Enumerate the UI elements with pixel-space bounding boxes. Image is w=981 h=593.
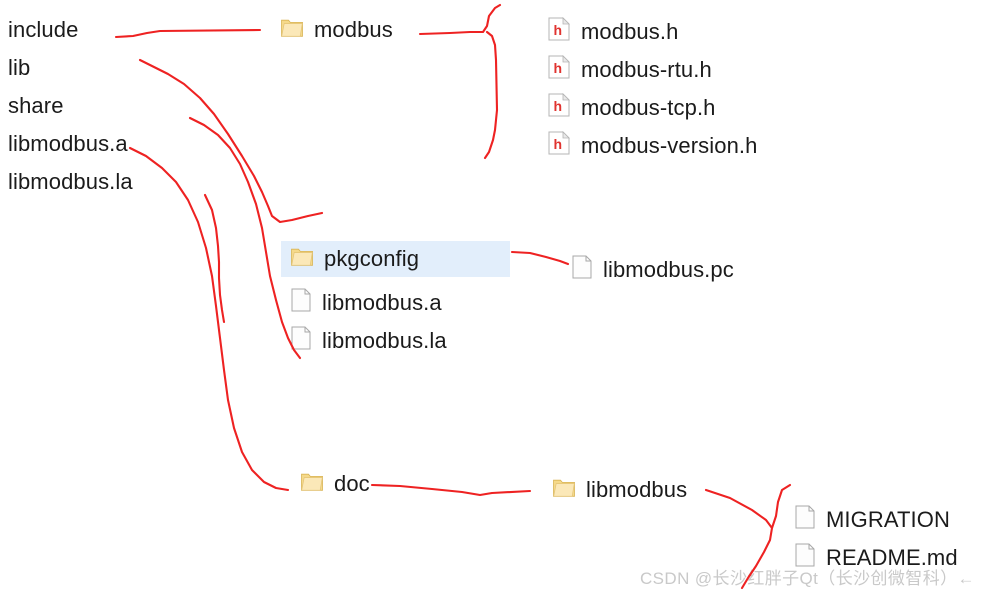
connector-include-to-modbus xyxy=(114,28,262,39)
list-item-folder-modbus[interactable]: modbus xyxy=(281,17,393,43)
connector-share-to-lib-files xyxy=(188,116,302,360)
entry-label: include xyxy=(8,17,79,42)
list-item[interactable]: share xyxy=(8,93,64,119)
file-icon xyxy=(572,255,592,284)
list-item-folder-doc[interactable]: doc xyxy=(301,471,370,497)
entry-label: share xyxy=(8,93,64,118)
brace-modbus-headers xyxy=(418,3,502,160)
entry-label: modbus xyxy=(314,17,393,42)
list-item-file-libmodbus-pc[interactable]: libmodbus.pc xyxy=(572,255,734,284)
entry-label: libmodbus xyxy=(586,477,688,502)
list-item-file-migration[interactable]: MIGRATION xyxy=(795,505,950,534)
list-item[interactable]: lib xyxy=(8,55,30,81)
connector-share-to-doc xyxy=(128,146,290,492)
entry-label: modbus-version.h xyxy=(581,132,758,158)
entry-label: modbus-rtu.h xyxy=(581,56,712,82)
svg-text:h: h xyxy=(554,136,563,152)
list-item-header-file[interactable]: h modbus-rtu.h xyxy=(548,55,712,84)
list-item-folder-libmodbus[interactable]: libmodbus xyxy=(553,477,687,503)
entry-label: libmodbus.a xyxy=(8,131,128,156)
list-item[interactable]: libmodbus.a xyxy=(8,131,128,157)
entry-label: modbus-tcp.h xyxy=(581,94,716,120)
file-icon xyxy=(795,505,815,534)
entry-label: MIGRATION xyxy=(826,506,950,532)
entry-label: libmodbus.la xyxy=(8,169,133,194)
entry-label: libmodbus.a xyxy=(322,289,442,315)
connector-share-secondary xyxy=(203,193,226,324)
file-icon xyxy=(291,326,311,355)
h-file-icon: h xyxy=(548,131,570,160)
h-file-icon: h xyxy=(548,93,570,122)
folder-icon xyxy=(553,478,575,502)
connector-doc-to-libmodbus xyxy=(370,483,532,497)
diagram-canvas: include lib share libmodbus.a libmodbus.… xyxy=(0,0,981,593)
svg-text:h: h xyxy=(554,22,563,38)
list-item-folder-pkgconfig[interactable]: pkgconfig xyxy=(281,241,510,277)
entry-label: doc xyxy=(334,471,370,496)
entry-label: libmodbus.pc xyxy=(603,256,734,282)
entry-label: pkgconfig xyxy=(324,246,420,271)
h-file-icon: h xyxy=(548,55,570,84)
entry-label: libmodbus.la xyxy=(322,327,447,353)
file-icon xyxy=(291,288,311,317)
connector-lib-to-pkgconfig xyxy=(138,58,324,224)
folder-icon xyxy=(301,472,323,496)
svg-text:h: h xyxy=(554,98,563,114)
list-item-header-file[interactable]: h modbus-version.h xyxy=(548,131,757,160)
list-item-file[interactable]: libmodbus.a xyxy=(291,288,442,317)
list-item[interactable]: libmodbus.la xyxy=(8,169,133,195)
list-item-header-file[interactable]: h modbus-tcp.h xyxy=(548,93,716,122)
list-item-file[interactable]: libmodbus.la xyxy=(291,326,447,355)
list-item[interactable]: include xyxy=(8,17,78,43)
entry-label: modbus.h xyxy=(581,18,679,44)
folder-icon xyxy=(291,247,313,271)
connector-pkgconfig-to-pc xyxy=(510,250,570,266)
h-file-icon: h xyxy=(548,17,570,46)
watermark-text: CSDN @长沙红胖子Qt（长沙创微智科）← xyxy=(640,569,975,588)
svg-text:h: h xyxy=(554,60,563,76)
folder-icon xyxy=(281,18,303,42)
list-item-header-file[interactable]: h modbus.h xyxy=(548,17,678,46)
entry-label: lib xyxy=(8,55,31,80)
